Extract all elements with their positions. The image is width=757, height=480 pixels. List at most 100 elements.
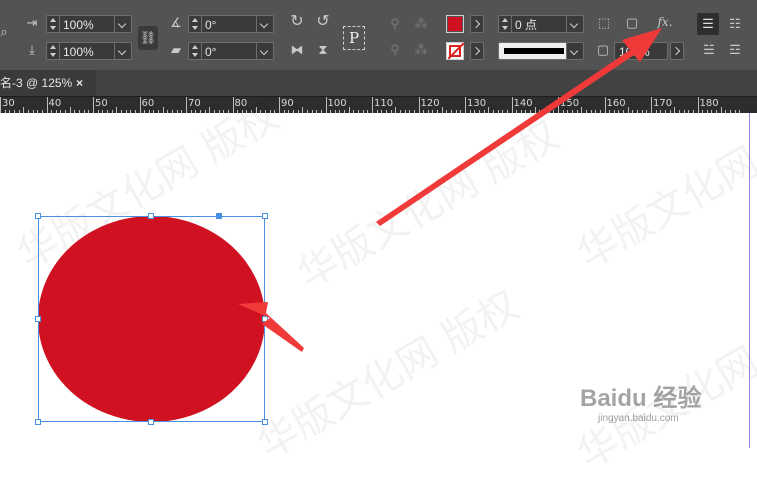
stroke-weight-dropdown[interactable] <box>566 16 583 32</box>
rotate-value: 0° <box>205 18 217 32</box>
select-previous-icon[interactable]: ⁂ <box>410 16 432 32</box>
shear-angle-icon: ▰ <box>171 42 181 57</box>
opacity-field[interactable]: 100% <box>614 42 668 60</box>
height-scale-field[interactable]: 100% <box>46 42 132 60</box>
ruler-label: 160 <box>606 98 626 109</box>
flip-vertical-icon[interactable]: ⧗ <box>314 42 332 58</box>
handle-bottom-right[interactable] <box>262 419 268 425</box>
constrain-proportions-button[interactable]: ⛓ <box>138 26 158 50</box>
ruler-tick <box>418 97 420 113</box>
ruler-tick <box>325 97 327 113</box>
fill-swatch[interactable] <box>446 15 464 33</box>
height-scale-icon: ⤓ <box>29 42 35 57</box>
ruler-label: 150 <box>560 98 580 109</box>
fit-frame-icon[interactable]: ⬚ <box>596 15 612 31</box>
watermark: 华版文化网 版权 <box>570 92 757 279</box>
shear-stepper[interactable] <box>189 43 202 59</box>
rotate-ccw-icon[interactable]: ↺ <box>314 14 332 30</box>
baidu-jingyan-logo: Baidu 经验 jingyan.baidu.com <box>580 378 701 424</box>
shear-dropdown[interactable] <box>256 43 273 59</box>
ruler-tick <box>93 97 94 113</box>
ruler-label: 100 <box>327 98 347 109</box>
close-icon[interactable]: × <box>76 70 83 96</box>
ruler-tick <box>697 97 699 113</box>
width-scale-field[interactable]: 100% <box>46 15 132 33</box>
height-scale-value: 100% <box>63 45 94 59</box>
document-tab[interactable]: 名-3 @ 125% × <box>0 70 96 96</box>
ruler-tick <box>372 97 373 113</box>
zoom-icon: ⌕ <box>0 24 8 39</box>
fill-color <box>448 17 462 31</box>
document-tab-title: 名-3 @ 125% <box>0 76 73 90</box>
shear-field[interactable]: 0° <box>188 42 274 60</box>
ruler-label: 60 <box>141 98 155 109</box>
stroke-weight-field[interactable]: 0 点 <box>498 15 584 33</box>
logo-text: Baidu 经验 <box>580 385 702 412</box>
ruler-tick <box>604 97 606 113</box>
ruler-label: 170 <box>653 98 673 109</box>
ruler-tick <box>46 97 48 113</box>
ruler-tick <box>558 97 559 113</box>
ruler-tick <box>139 97 141 113</box>
handle-bottom-left[interactable] <box>35 419 41 425</box>
stroke-type-line <box>504 48 564 54</box>
handle-middle-right[interactable] <box>262 316 268 322</box>
selection-bounding-box[interactable] <box>38 216 265 422</box>
width-scale-value: 100% <box>63 18 94 32</box>
ruler-label: 90 <box>281 98 294 109</box>
rotate-cw-icon[interactable]: ↻ <box>288 14 306 30</box>
ruler-tick <box>511 97 513 113</box>
wrap-shape-icon[interactable]: ☷ <box>726 16 744 32</box>
stroke-weight-stepper[interactable] <box>499 16 512 32</box>
height-dropdown[interactable] <box>114 43 131 59</box>
wrap-around-bounding-button[interactable]: ☰ <box>697 13 719 35</box>
handle-top-center[interactable] <box>148 213 154 219</box>
document-tab-bar: 名-3 @ 125% × <box>0 70 757 96</box>
content-frame-icon[interactable]: ▢ <box>624 15 640 31</box>
stroke-swatch[interactable] <box>446 42 465 60</box>
effects-fx-icon[interactable]: fx. <box>654 14 676 30</box>
rotate-field[interactable]: 0° <box>188 15 274 33</box>
control-panel: ⌕ ⇥ 100% ⤓ 100% ⛓ ∡ 0° ▰ 0° ↻ ↺ ⧓ ⧗ P ⚲ … <box>0 0 757 70</box>
jump-object-icon[interactable]: ☱ <box>700 42 718 58</box>
handle-middle-left[interactable] <box>35 316 41 322</box>
stroke-type-dropdown[interactable] <box>566 43 583 59</box>
jump-column-icon[interactable]: ☲ <box>726 42 744 58</box>
ruler-label: 70 <box>188 98 201 109</box>
width-stepper[interactable] <box>47 16 60 32</box>
reference-point-button[interactable]: P <box>343 26 365 50</box>
ruler-label: 50 <box>95 98 108 109</box>
link-icon: ⛓ <box>139 30 157 45</box>
opacity-icon: ▢ <box>596 42 610 57</box>
fill-menu-button[interactable] <box>470 15 484 33</box>
height-stepper[interactable] <box>47 43 60 59</box>
page-edge-guide <box>749 113 750 448</box>
ruler-tick <box>651 97 652 113</box>
select-container-icon[interactable]: ⚲ <box>386 16 404 32</box>
ruler-label: 40 <box>48 98 62 109</box>
stroke-weight-value: 0 点 <box>515 18 538 32</box>
ruler-label: 120 <box>420 98 440 109</box>
stroke-type-field[interactable] <box>498 42 584 60</box>
opacity-menu-button[interactable] <box>670 42 684 60</box>
flip-horizontal-icon[interactable]: ⧓ <box>288 42 306 58</box>
stroke-menu-button[interactable] <box>470 42 484 60</box>
handle-top-left[interactable] <box>35 213 41 219</box>
text-p-label: P <box>348 29 360 47</box>
rotate-stepper[interactable] <box>189 16 202 32</box>
handle-top-right[interactable] <box>262 213 268 219</box>
select-next-icon[interactable]: ⁂ <box>410 42 432 58</box>
ruler-label: 180 <box>699 98 719 109</box>
rotate-dropdown[interactable] <box>256 16 273 32</box>
handle-bottom-center[interactable] <box>148 419 154 425</box>
width-dropdown[interactable] <box>114 16 131 32</box>
ruler-tick <box>279 97 280 113</box>
select-content-icon[interactable]: ⚲ <box>386 42 404 58</box>
horizontal-ruler[interactable]: 30 40 50 60 70 80 90 100 110 120 130 140 150 160 170 18… <box>0 96 757 113</box>
text-wrap-icon: ☰ <box>702 16 714 31</box>
shear-value: 0° <box>205 45 217 59</box>
ruler-label: 30 <box>2 98 15 109</box>
handle-reference-point[interactable] <box>216 213 222 219</box>
ruler-tick <box>0 97 1 113</box>
width-scale-icon: ⇥ <box>26 15 38 30</box>
